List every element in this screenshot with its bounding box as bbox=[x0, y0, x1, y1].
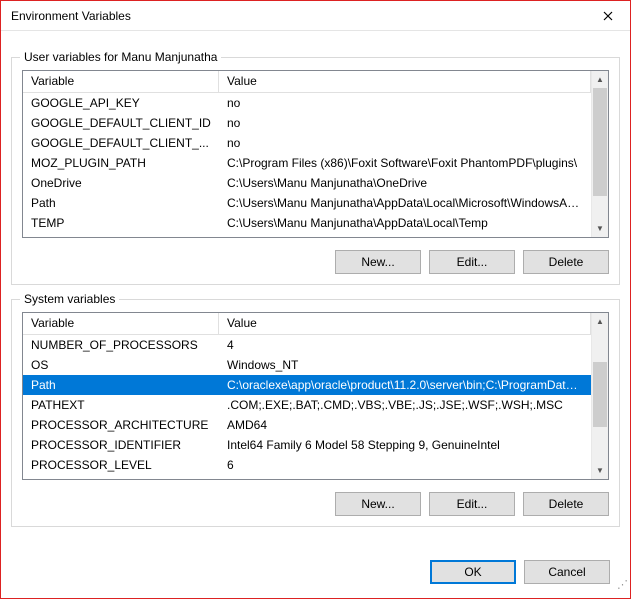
column-header-variable[interactable]: Variable bbox=[23, 71, 219, 93]
close-button[interactable] bbox=[585, 1, 630, 30]
cell-value: C:\Users\Manu Manjunatha\AppData\Local\M… bbox=[219, 195, 591, 211]
resize-grip-icon: ⋰ bbox=[614, 582, 628, 596]
close-icon bbox=[603, 11, 613, 21]
ok-button[interactable]: OK bbox=[430, 560, 516, 584]
cell-variable: GOOGLE_DEFAULT_CLIENT_... bbox=[23, 135, 219, 151]
titlebar: Environment Variables bbox=[1, 1, 630, 31]
table-row[interactable]: GOOGLE_DEFAULT_CLIENT_IDno bbox=[23, 113, 591, 133]
table-row[interactable]: MOZ_PLUGIN_PATHC:\Program Files (x86)\Fo… bbox=[23, 153, 591, 173]
cell-value: C:\Users\Manu Manjunatha\AppData\Local\T… bbox=[219, 215, 591, 231]
user-edit-button[interactable]: Edit... bbox=[429, 250, 515, 274]
user-button-row: New... Edit... Delete bbox=[22, 250, 609, 274]
user-table-body: Variable Value GOOGLE_API_KEYnoGOOGLE_DE… bbox=[23, 71, 591, 237]
table-row[interactable]: OneDriveC:\Users\Manu Manjunatha\OneDriv… bbox=[23, 173, 591, 193]
table-row[interactable]: GOOGLE_DEFAULT_CLIENT_...no bbox=[23, 133, 591, 153]
scrollbar-thumb[interactable] bbox=[593, 88, 607, 196]
table-row[interactable]: PathC:\oraclexe\app\oracle\product\11.2.… bbox=[23, 375, 591, 395]
table-row[interactable]: TEMPC:\Users\Manu Manjunatha\AppData\Loc… bbox=[23, 213, 591, 233]
scroll-up-icon[interactable]: ▲ bbox=[592, 313, 608, 330]
system-new-button[interactable]: New... bbox=[335, 492, 421, 516]
cell-variable: TEMP bbox=[23, 215, 219, 231]
system-button-row: New... Edit... Delete bbox=[22, 492, 609, 516]
cell-variable: Path bbox=[23, 195, 219, 211]
system-table-body: Variable Value NUMBER_OF_PROCESSORS4OSWi… bbox=[23, 313, 591, 479]
system-delete-button[interactable]: Delete bbox=[523, 492, 609, 516]
user-variables-table[interactable]: Variable Value GOOGLE_API_KEYnoGOOGLE_DE… bbox=[22, 70, 609, 238]
scrollbar-thumb[interactable] bbox=[593, 362, 607, 427]
scrollbar-track[interactable] bbox=[592, 88, 608, 220]
table-row[interactable]: PROCESSOR_LEVEL6 bbox=[23, 455, 591, 475]
cell-value: no bbox=[219, 135, 591, 151]
table-row[interactable]: PathC:\Users\Manu Manjunatha\AppData\Loc… bbox=[23, 193, 591, 213]
column-header-variable[interactable]: Variable bbox=[23, 313, 219, 335]
user-new-button[interactable]: New... bbox=[335, 250, 421, 274]
dialog-button-row: OK Cancel bbox=[430, 560, 610, 584]
cell-value: Intel64 Family 6 Model 58 Stepping 9, Ge… bbox=[219, 437, 591, 453]
cell-variable: GOOGLE_API_KEY bbox=[23, 95, 219, 111]
column-header-value[interactable]: Value bbox=[219, 71, 591, 93]
cell-variable: PROCESSOR_IDENTIFIER bbox=[23, 437, 219, 453]
cell-variable: MOZ_PLUGIN_PATH bbox=[23, 155, 219, 171]
cancel-button[interactable]: Cancel bbox=[524, 560, 610, 584]
cell-value: C:\Users\Manu Manjunatha\OneDrive bbox=[219, 175, 591, 191]
cell-value: no bbox=[219, 115, 591, 131]
system-variables-group: System variables Variable Value NUMBER_O… bbox=[11, 299, 620, 527]
system-variables-table[interactable]: Variable Value NUMBER_OF_PROCESSORS4OSWi… bbox=[22, 312, 609, 480]
scroll-down-icon[interactable]: ▼ bbox=[592, 462, 608, 479]
cell-variable: PATHEXT bbox=[23, 397, 219, 413]
table-row[interactable]: PROCESSOR_ARCHITECTUREAMD64 bbox=[23, 415, 591, 435]
system-edit-button[interactable]: Edit... bbox=[429, 492, 515, 516]
user-group-label: User variables for Manu Manjunatha bbox=[20, 50, 221, 64]
cell-variable: OS bbox=[23, 357, 219, 373]
table-header: Variable Value bbox=[23, 313, 591, 335]
cell-value: Windows_NT bbox=[219, 357, 591, 373]
user-variables-group: User variables for Manu Manjunatha Varia… bbox=[11, 57, 620, 285]
table-header: Variable Value bbox=[23, 71, 591, 93]
table-row[interactable]: PATHEXT.COM;.EXE;.BAT;.CMD;.VBS;.VBE;.JS… bbox=[23, 395, 591, 415]
window-title: Environment Variables bbox=[11, 9, 131, 23]
scrollbar-track[interactable] bbox=[592, 330, 608, 462]
cell-value: AMD64 bbox=[219, 417, 591, 433]
cell-value: C:\Program Files (x86)\Foxit Software\Fo… bbox=[219, 155, 591, 171]
cell-value: no bbox=[219, 95, 591, 111]
system-scrollbar[interactable]: ▲ ▼ bbox=[591, 313, 608, 479]
user-delete-button[interactable]: Delete bbox=[523, 250, 609, 274]
cell-value: 4 bbox=[219, 337, 591, 353]
cell-value: 6 bbox=[219, 457, 591, 473]
cell-variable: PROCESSOR_LEVEL bbox=[23, 457, 219, 473]
cell-variable: PROCESSOR_ARCHITECTURE bbox=[23, 417, 219, 433]
column-header-value[interactable]: Value bbox=[219, 313, 591, 335]
cell-variable: OneDrive bbox=[23, 175, 219, 191]
table-row[interactable]: OSWindows_NT bbox=[23, 355, 591, 375]
content-area: User variables for Manu Manjunatha Varia… bbox=[1, 31, 630, 537]
cell-variable: Path bbox=[23, 377, 219, 393]
cell-variable: NUMBER_OF_PROCESSORS bbox=[23, 337, 219, 353]
system-group-label: System variables bbox=[20, 292, 119, 306]
user-scrollbar[interactable]: ▲ ▼ bbox=[591, 71, 608, 237]
table-row[interactable]: NUMBER_OF_PROCESSORS4 bbox=[23, 335, 591, 355]
cell-value: .COM;.EXE;.BAT;.CMD;.VBS;.VBE;.JS;.JSE;.… bbox=[219, 397, 591, 413]
cell-variable: GOOGLE_DEFAULT_CLIENT_ID bbox=[23, 115, 219, 131]
scroll-up-icon[interactable]: ▲ bbox=[592, 71, 608, 88]
table-row[interactable]: GOOGLE_API_KEYno bbox=[23, 93, 591, 113]
table-row[interactable]: PROCESSOR_IDENTIFIERIntel64 Family 6 Mod… bbox=[23, 435, 591, 455]
cell-value: C:\oraclexe\app\oracle\product\11.2.0\se… bbox=[219, 377, 591, 393]
scroll-down-icon[interactable]: ▼ bbox=[592, 220, 608, 237]
